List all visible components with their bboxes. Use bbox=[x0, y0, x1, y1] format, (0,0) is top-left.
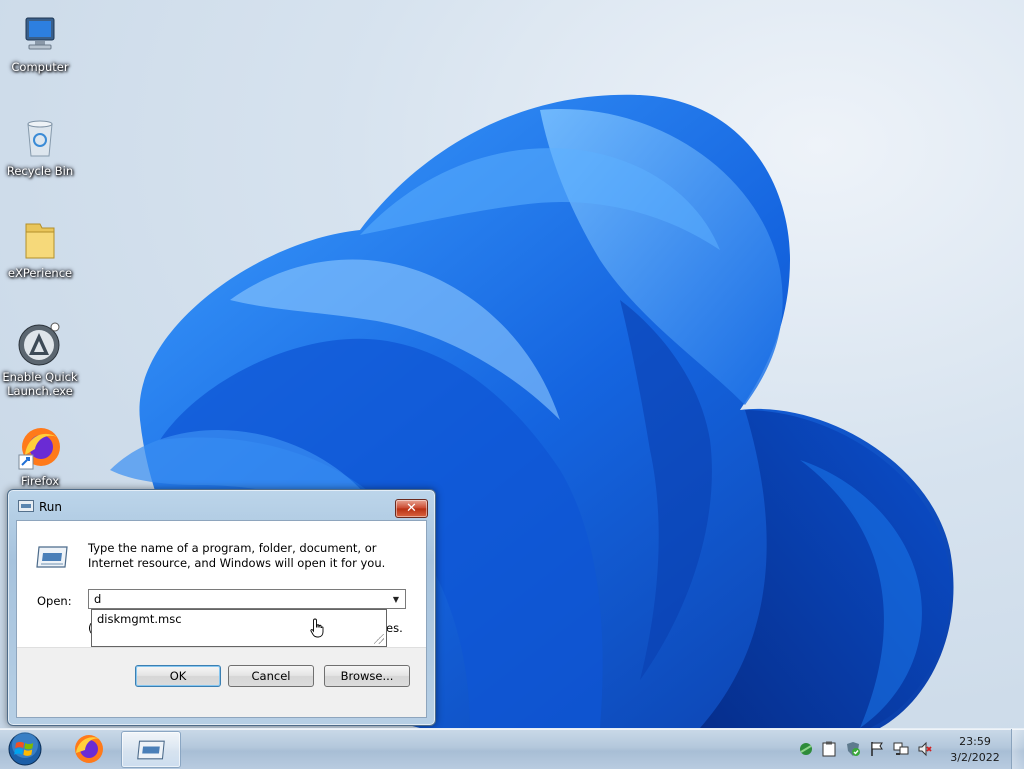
cancel-button[interactable]: Cancel bbox=[228, 665, 314, 687]
desktop-icon-recycle-bin[interactable]: Recycle Bin bbox=[0, 114, 80, 178]
run-description: Type the name of a program, folder, docu… bbox=[88, 541, 386, 570]
desktop-icon-label: Firefox bbox=[20, 474, 60, 488]
folder-icon bbox=[16, 216, 64, 264]
chevron-down-icon: ▼ bbox=[392, 594, 400, 604]
app-shortcut-icon bbox=[16, 320, 64, 368]
clock-time: 23:59 bbox=[959, 735, 991, 748]
taskbar: 23:59 3/2/2022 bbox=[0, 728, 1024, 769]
hint-text-fragment: es. bbox=[386, 621, 403, 635]
taskbar-run-button[interactable] bbox=[121, 731, 181, 768]
autocomplete-list[interactable]: diskmgmt.msc bbox=[91, 609, 387, 647]
network-icon[interactable] bbox=[893, 741, 909, 757]
open-input[interactable] bbox=[89, 590, 385, 608]
recycle-bin-icon bbox=[16, 114, 64, 162]
clipboard-icon[interactable] bbox=[821, 741, 837, 757]
desktop-icon-computer[interactable]: Computer bbox=[0, 10, 80, 74]
clock-date: 3/2/2022 bbox=[950, 751, 1000, 764]
computer-icon bbox=[16, 10, 64, 58]
run-icon bbox=[137, 740, 165, 759]
run-titlebar[interactable]: Run ✕ bbox=[8, 490, 435, 520]
browse-button[interactable]: Browse... bbox=[324, 665, 410, 687]
flag-icon[interactable] bbox=[869, 741, 885, 757]
desktop-icon-label: eXPerience bbox=[7, 266, 73, 280]
system-tray bbox=[790, 735, 950, 763]
resize-grip-icon[interactable] bbox=[374, 634, 384, 644]
volume-muted-icon[interactable] bbox=[917, 741, 933, 757]
run-program-icon bbox=[36, 546, 68, 568]
close-icon: ✕ bbox=[406, 501, 417, 516]
desktop-icon-label: Recycle Bin bbox=[6, 164, 74, 178]
clock[interactable]: 23:59 3/2/2022 bbox=[942, 734, 1008, 766]
desktop-icon-enable-quick-launch[interactable]: Enable Quick Launch.exe bbox=[0, 320, 80, 398]
network-install-icon[interactable] bbox=[798, 741, 814, 757]
firefox-icon bbox=[75, 734, 103, 763]
open-dropdown-button[interactable]: ▼ bbox=[387, 590, 405, 608]
show-desktop-button[interactable] bbox=[1011, 729, 1024, 769]
run-dialog[interactable]: Run ✕ Type the name of a program, folder… bbox=[7, 489, 436, 726]
run-dialog-body: Type the name of a program, folder, docu… bbox=[16, 520, 427, 718]
desktop[interactable]: Computer Recycle Bin eXPerience Enable Q… bbox=[0, 0, 1024, 728]
desktop-icon-firefox[interactable]: Firefox bbox=[0, 424, 80, 488]
desktop-icon-experience[interactable]: eXPerience bbox=[0, 216, 80, 280]
taskbar-firefox-button[interactable] bbox=[60, 731, 118, 766]
run-icon bbox=[18, 500, 34, 512]
close-button[interactable]: ✕ bbox=[395, 499, 428, 518]
windows-orb-icon bbox=[8, 732, 42, 766]
desktop-icon-label: Computer bbox=[11, 60, 69, 74]
desktop-icon-label: Enable Quick Launch.exe bbox=[2, 370, 78, 398]
ok-button[interactable]: OK bbox=[135, 665, 221, 687]
shield-check-icon[interactable] bbox=[845, 741, 861, 757]
mouse-cursor-icon bbox=[310, 618, 324, 638]
open-label: Open: bbox=[37, 594, 72, 608]
start-button[interactable] bbox=[6, 732, 44, 766]
run-dialog-title: Run bbox=[39, 500, 63, 514]
firefox-icon bbox=[16, 424, 64, 472]
open-combobox[interactable]: ▼ bbox=[88, 589, 406, 609]
autocomplete-item[interactable]: diskmgmt.msc bbox=[97, 612, 182, 626]
